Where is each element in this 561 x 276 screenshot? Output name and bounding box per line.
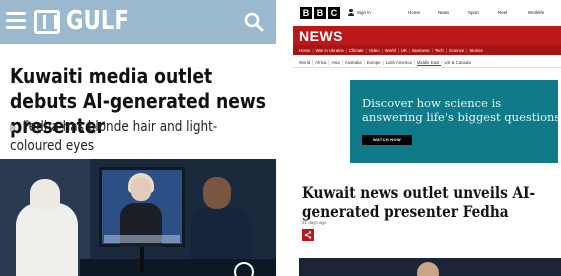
nav-home[interactable]: Home (408, 10, 438, 15)
nav-news[interactable]: News (438, 10, 468, 15)
subsection-middle-east[interactable]: Middle East (416, 60, 442, 66)
triangle-bullet-icon: ▶ (10, 121, 18, 134)
subsection-australia[interactable]: Australia (345, 60, 364, 65)
nav-sport[interactable]: Sport (468, 10, 498, 15)
section-science[interactable]: Science (449, 48, 466, 53)
gulf-news-brand[interactable]: GULF (66, 6, 129, 36)
news-section-bar: NEWS (293, 26, 561, 45)
promo-text-line1: Discover how science is (362, 96, 502, 110)
promo-banner[interactable]: Discover how science is answering life's… (350, 80, 558, 163)
section-climate[interactable]: Climate (349, 48, 366, 53)
bbc-logo-letter: C (328, 7, 340, 19)
subsection-latin-america[interactable]: Latin America (386, 60, 414, 65)
subsection-world[interactable]: World (299, 60, 312, 65)
person-icon (348, 9, 354, 16)
sign-in-link[interactable]: Sign in (348, 9, 371, 16)
bbc-logo-letter: B (314, 7, 326, 19)
search-icon[interactable] (244, 12, 264, 32)
gulf-news-panel: GULF Kuwaiti media outlet debuts AI-gene… (0, 0, 276, 276)
subsection-africa[interactable]: Africa (315, 60, 328, 65)
nav-reel[interactable]: Reel (498, 10, 528, 15)
article-subheadline: ▶ Fedha has blonde hair and light-coloure… (10, 118, 268, 155)
news-section-title[interactable]: NEWS (299, 28, 343, 44)
news-sections-nav: Home | War in Ukraine | Climate | Video | Wo… (293, 45, 561, 55)
world-subsections-nav: World | Africa | Asia | Australia | Europe | … (293, 58, 561, 68)
subsection-europe[interactable]: Europe (367, 60, 383, 65)
gulf-news-header: GULF (0, 0, 276, 44)
bbc-panel: B B C Sign in Home News Sport Reel Workl… (293, 0, 561, 276)
gulf-news-logo-icon (34, 10, 60, 34)
sign-in-label: Sign in (357, 10, 371, 15)
bbc-logo-letter: B (300, 7, 312, 19)
section-video[interactable]: Video (369, 48, 382, 53)
article-photo[interactable] (0, 159, 276, 276)
share-icon[interactable] (302, 229, 314, 241)
hamburger-menu-icon[interactable] (6, 12, 26, 30)
article-timestamp: 21 days ago (302, 220, 327, 225)
section-war-in-ukraine[interactable]: War in Ukraine (316, 48, 346, 53)
section-uk[interactable]: UK (401, 48, 409, 53)
section-world[interactable]: World (385, 48, 398, 53)
section-home[interactable]: Home (299, 48, 312, 53)
subsection-us-canada[interactable]: US & Canada (444, 60, 472, 65)
gallery-icon[interactable] (234, 262, 254, 276)
article-headline[interactable]: Kuwait news outlet unveils AI-generated … (302, 183, 557, 221)
section-stories[interactable]: Stories (469, 48, 484, 53)
watch-now-button[interactable]: WATCH NOW (362, 135, 412, 145)
bbc-logo[interactable]: B B C (300, 7, 340, 19)
bbc-top-nav: Home News Sport Reel Worklife (408, 10, 558, 15)
bbc-top-bar: B B C Sign in Home News Sport Reel Workl… (293, 0, 561, 26)
article-photo[interactable] (299, 258, 561, 276)
section-business[interactable]: Business (412, 48, 431, 53)
article-subheadline-text: Fedha has blonde hair and light-coloured… (10, 119, 218, 154)
nav-worklife[interactable]: Worklife (528, 10, 558, 15)
section-tech[interactable]: Tech (435, 48, 446, 53)
subsection-asia[interactable]: Asia (331, 60, 341, 65)
promo-text-line2: answering life's biggest questions (362, 110, 558, 124)
